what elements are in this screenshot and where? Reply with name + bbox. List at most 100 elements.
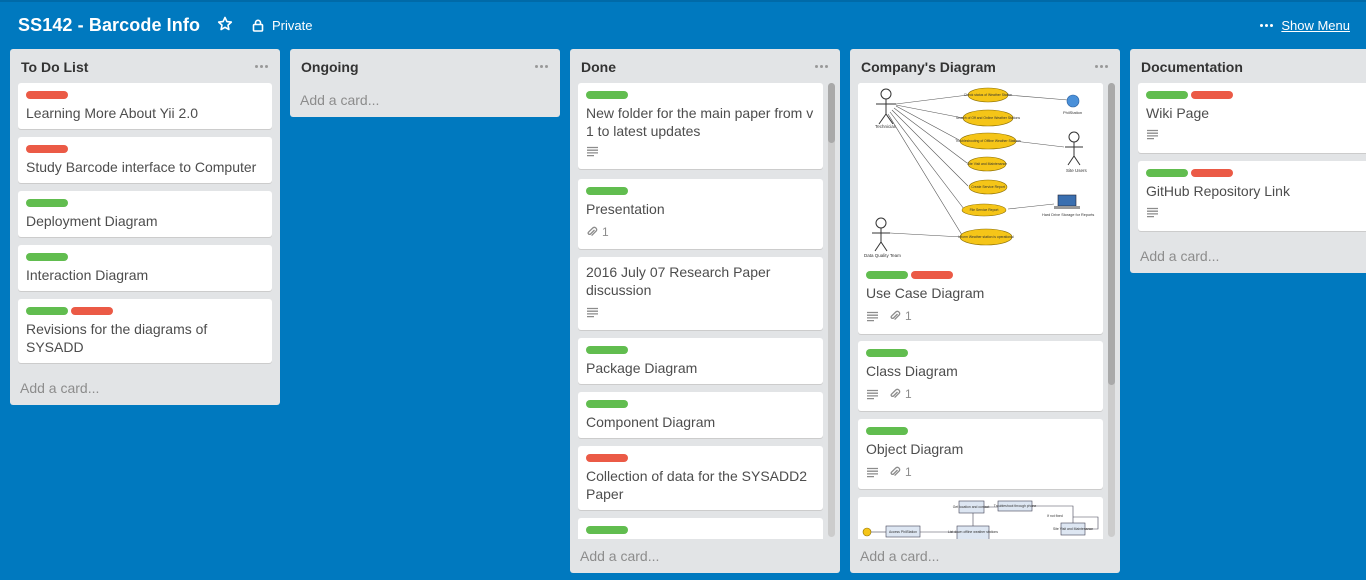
label-green[interactable]	[586, 400, 628, 408]
label-red[interactable]	[1191, 169, 1233, 177]
attachment-badge: 1	[889, 387, 912, 401]
label-red[interactable]	[586, 454, 628, 462]
label-red[interactable]	[26, 145, 68, 153]
label-green[interactable]	[1146, 169, 1188, 177]
card[interactable]: Learning More About Yii 2.0	[18, 83, 272, 129]
label-green[interactable]	[26, 307, 68, 315]
label-green[interactable]	[586, 91, 628, 99]
activity-diagram-image: Access PhilStation List down offline wea…	[858, 497, 1103, 539]
scrollbar-track[interactable]	[828, 83, 835, 537]
list-header: Company's Diagram	[850, 49, 1120, 83]
card[interactable]: New folder for the main paper from v 1 t…	[578, 83, 823, 169]
list-header: Ongoing	[290, 49, 560, 83]
card[interactable]: Deployment Diagram	[18, 191, 272, 237]
cover-text: Troubleshoot through phone	[994, 504, 1037, 508]
paperclip-icon	[587, 226, 598, 237]
card[interactable]: Object Diagram 1	[858, 419, 1103, 489]
cover-text: Troubleshooting of Offline Weather Stati…	[955, 139, 1021, 143]
list-menu-icon[interactable]	[1095, 65, 1108, 68]
cover-text: Hard Drive Storage for Reports	[1042, 213, 1094, 217]
card-title: Collection of data for the SYSADD2 Paper	[586, 468, 808, 502]
card-title: New folder for the main paper from v 1 t…	[586, 105, 814, 139]
card-title: Component Diagram	[586, 414, 716, 430]
card[interactable]: Interaction Diagram	[18, 245, 272, 291]
laptop-icon	[1057, 194, 1077, 207]
list-ongoing: Ongoing Add a card...	[290, 49, 560, 117]
cover-text: Site Users	[1066, 168, 1088, 173]
scrollbar-thumb[interactable]	[1108, 83, 1115, 385]
add-card-link[interactable]: Add a card...	[860, 548, 939, 564]
card[interactable]: Study Barcode interface to Computer	[18, 137, 272, 183]
list-todo: To Do List Learning More About Yii 2.0 S…	[10, 49, 280, 405]
description-icon	[866, 467, 879, 478]
card[interactable]: Technician Site Users Data Quality Team	[858, 83, 1103, 334]
cover-text: If not fixed	[1047, 514, 1063, 518]
card[interactable]: Wiki Page	[1138, 83, 1366, 153]
card-title: Package Diagram	[586, 360, 698, 376]
visibility-label: Private	[272, 17, 313, 33]
list-header: Documentation	[1130, 49, 1366, 83]
label-red[interactable]	[26, 91, 68, 99]
cover-text: Data Quality Team	[864, 253, 901, 258]
list-title[interactable]: Documentation	[1141, 59, 1243, 75]
label-red[interactable]	[1191, 91, 1233, 99]
card[interactable]	[578, 518, 823, 539]
label-green[interactable]	[586, 346, 628, 354]
visibility-button[interactable]: Private	[252, 16, 312, 34]
list-menu-icon[interactable]	[815, 65, 828, 68]
card[interactable]: GitHub Repository Link	[1138, 161, 1366, 231]
lock-icon	[252, 19, 264, 32]
show-menu-button[interactable]: Show Menu	[1260, 18, 1350, 33]
paperclip-icon	[890, 310, 901, 321]
add-card-link[interactable]: Add a card...	[580, 548, 659, 564]
card[interactable]: Collection of data for the SYSADD2 Paper	[578, 446, 823, 510]
card[interactable]: Access PhilStation List down offline wea…	[858, 497, 1103, 539]
list-menu-icon[interactable]	[255, 65, 268, 68]
card[interactable]: Presentation 1	[578, 179, 823, 249]
label-red[interactable]	[71, 307, 113, 315]
label-green[interactable]	[866, 271, 908, 279]
star-icon[interactable]	[217, 16, 235, 34]
attachment-badge: 1	[586, 225, 609, 239]
card-title: Wiki Page	[1146, 105, 1210, 121]
list-title[interactable]: Done	[581, 59, 616, 75]
cover-text: Search of Off and Online Weather Station…	[956, 116, 1020, 120]
cover-text: List down offline weather stations	[948, 530, 998, 534]
card[interactable]: Class Diagram 1	[858, 341, 1103, 411]
list-header: Done	[570, 49, 840, 83]
card[interactable]: Package Diagram	[578, 338, 823, 384]
label-green[interactable]	[866, 427, 908, 435]
list-title[interactable]: Company's Diagram	[861, 59, 996, 75]
card[interactable]: 2016 July 07 Research Paper discussion	[578, 257, 823, 330]
label-green[interactable]	[586, 526, 628, 534]
board-title[interactable]: SS142 - Barcode Info	[18, 15, 200, 36]
label-red[interactable]	[911, 271, 953, 279]
card[interactable]: Revisions for the diagrams of SYSADD	[18, 299, 272, 363]
scrollbar-thumb[interactable]	[828, 83, 835, 143]
attachment-count: 1	[602, 225, 609, 239]
label-green[interactable]	[1146, 91, 1188, 99]
add-card-link[interactable]: Add a card...	[300, 92, 379, 108]
attachment-count: 1	[905, 309, 912, 323]
card-title: Class Diagram	[866, 363, 958, 379]
list-title[interactable]: Ongoing	[301, 59, 359, 75]
cover-text: PhilStation	[1063, 110, 1082, 115]
cover-text: Access PhilStation	[889, 530, 917, 534]
globe-icon	[1066, 94, 1080, 108]
list-menu-icon[interactable]	[535, 65, 548, 68]
cover-text: File Service Report	[970, 208, 999, 212]
add-card-link[interactable]: Add a card...	[1140, 248, 1219, 264]
card-title: Revisions for the diagrams of SYSADD	[26, 321, 208, 355]
card-title: Interaction Diagram	[26, 267, 149, 283]
list-title[interactable]: To Do List	[21, 59, 88, 75]
label-green[interactable]	[26, 253, 68, 261]
label-green[interactable]	[586, 187, 628, 195]
card[interactable]: Component Diagram	[578, 392, 823, 438]
label-green[interactable]	[866, 349, 908, 357]
label-green[interactable]	[26, 199, 68, 207]
cover-text: Technician	[875, 124, 897, 129]
use-case-diagram-image: Technician Site Users Data Quality Team	[858, 83, 1103, 261]
add-card-link[interactable]: Add a card...	[20, 380, 99, 396]
board-header: SS142 - Barcode Info Private Show Menu	[0, 2, 1366, 48]
attachment-count: 1	[905, 465, 912, 479]
